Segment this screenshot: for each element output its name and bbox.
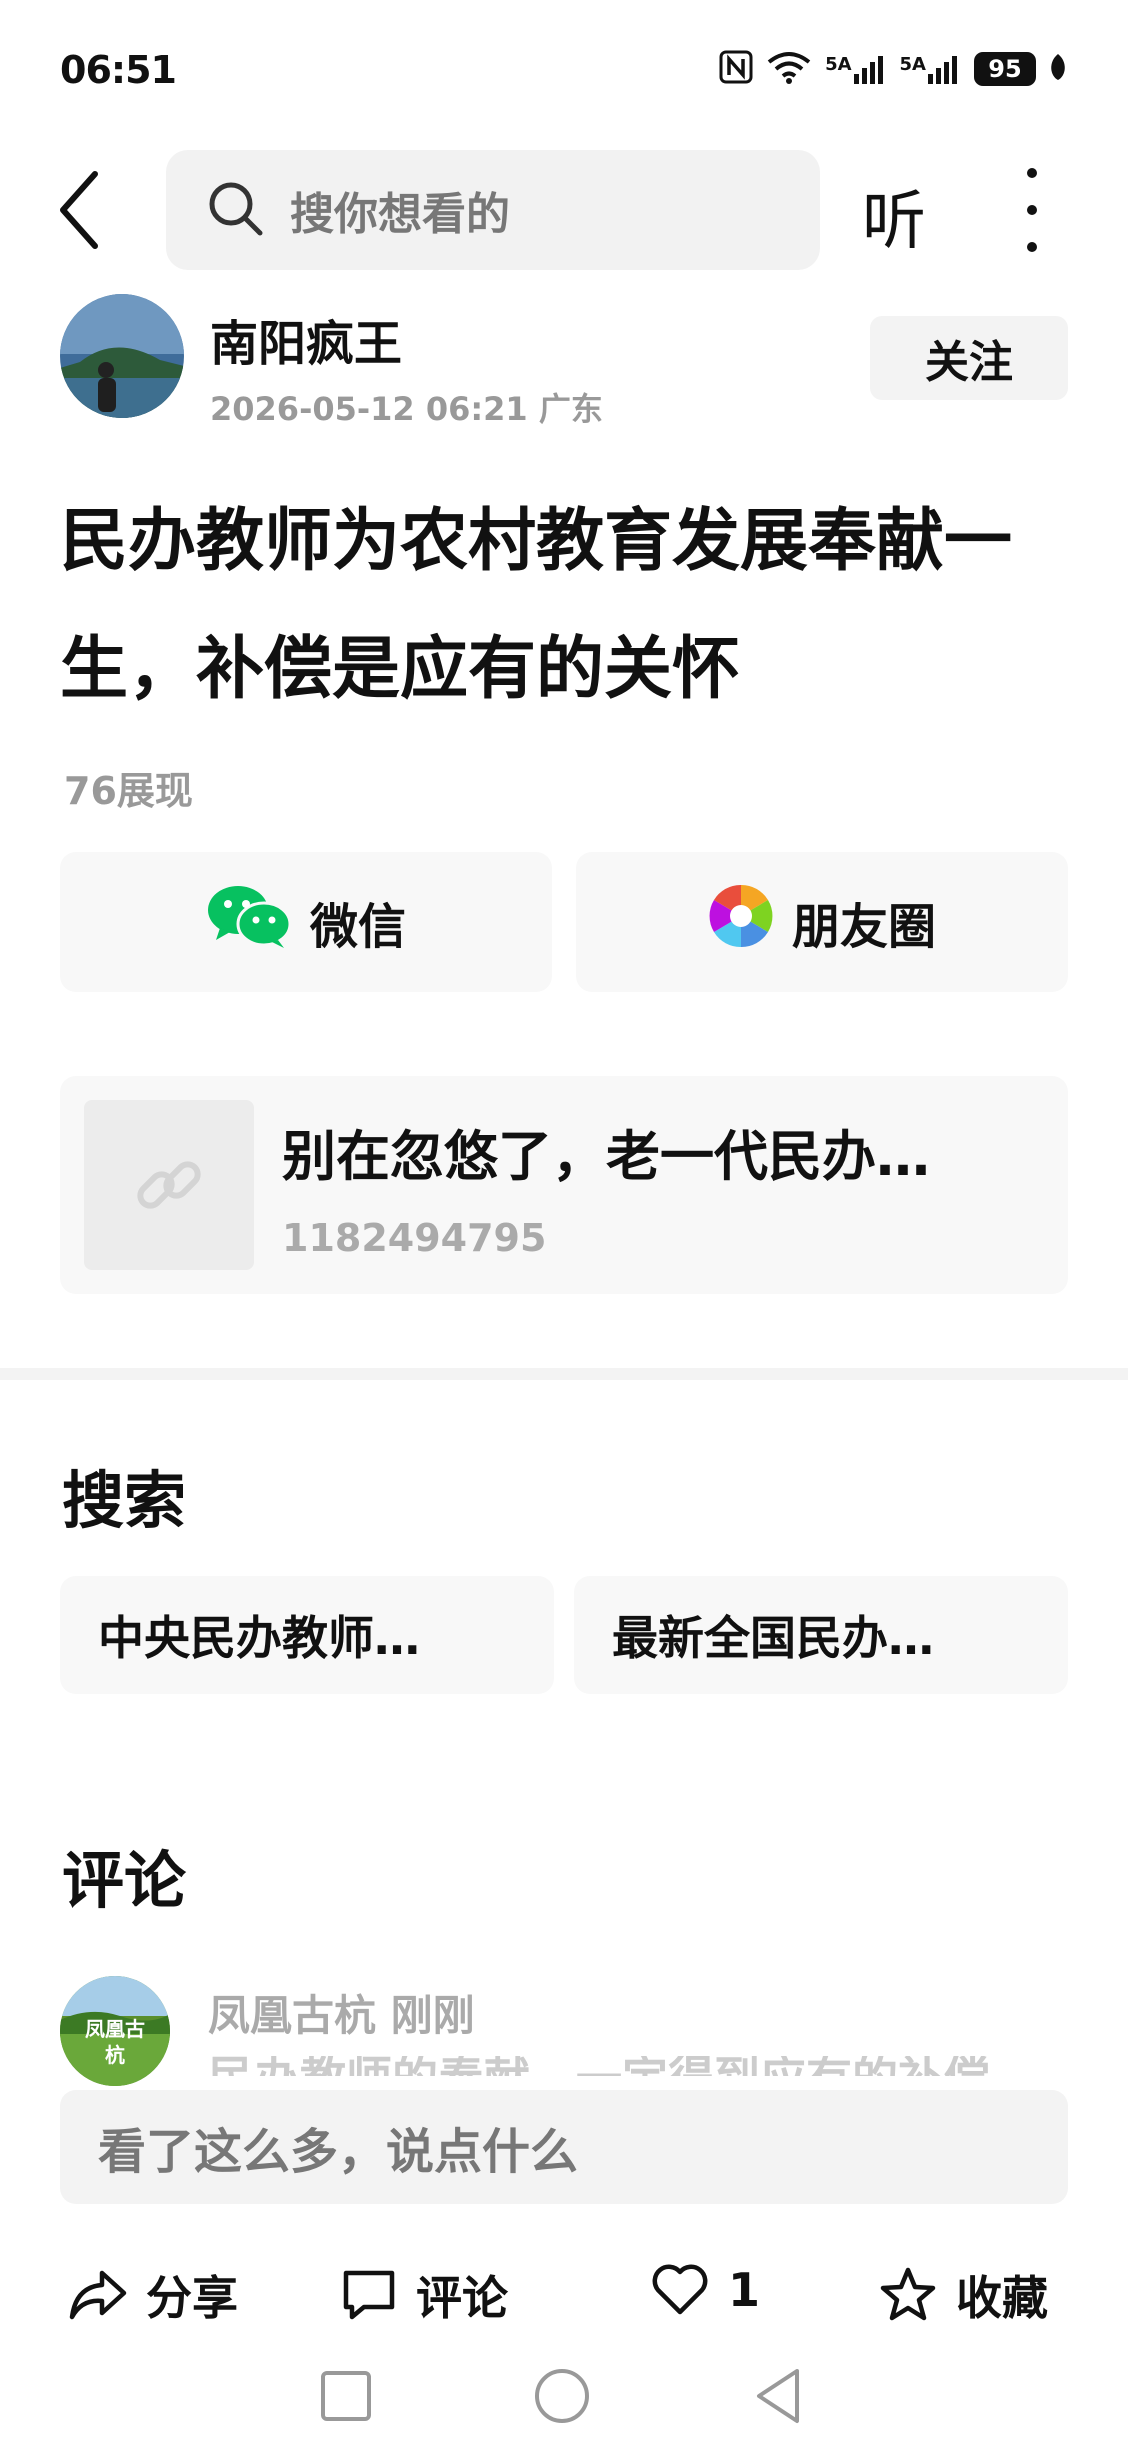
comment-icon (343, 2270, 395, 2320)
link-title: 别在忽悠了，老一代民办… (282, 1125, 930, 1188)
search-suggestion[interactable]: 最新全国民办… (574, 1576, 1068, 1694)
linked-article-card[interactable]: 别在忽悠了，老一代民办… 1182494795 (60, 1076, 1068, 1294)
follow-button[interactable]: 关注 (870, 316, 1068, 400)
leaf-icon (1048, 52, 1068, 86)
share-wechat-button[interactable]: 微信 (60, 852, 552, 992)
triangle-back-icon (757, 2369, 799, 2423)
share-label: 分享 (146, 2271, 238, 2325)
circle-icon (535, 2369, 589, 2423)
status-time: 06:51 (60, 48, 177, 92)
commenter-avatar[interactable]: 凤凰古杭 (60, 1976, 170, 2086)
search-placeholder: 搜你想看的 (290, 189, 510, 240)
back-button[interactable] (44, 160, 114, 260)
share-wechat-label: 微信 (309, 899, 406, 955)
share-button[interactable]: 分享 (68, 2262, 238, 2328)
author-avatar[interactable] (60, 294, 184, 418)
status-icons: 5A 5A 95 (719, 50, 1068, 88)
link-thumbnail (84, 1100, 254, 1270)
search-section-title: 搜索 (62, 1464, 187, 1537)
share-icon (69, 2270, 127, 2320)
search-suggestion[interactable]: 中央民办教师… (60, 1576, 554, 1694)
chevron-left-icon (60, 171, 98, 249)
share-moments-label: 朋友圈 (791, 899, 936, 955)
commenter-avatar-text: 凤凰古杭 (85, 2017, 145, 2067)
article-title: 民办教师为农村教育发展奉献一生，补偿是应有的关怀 (60, 502, 1013, 709)
home-button[interactable] (532, 2366, 592, 2426)
comment-text-clip: 民办教师的奉献，一定得到应有的补偿 (208, 2056, 1068, 2076)
favorite-button[interactable]: 收藏 (878, 2262, 1048, 2328)
comment-input[interactable]: 看了这么多，说点什么 (60, 2090, 1068, 2204)
section-divider (0, 1368, 1128, 1380)
like-button[interactable]: 1 (650, 2262, 760, 2318)
view-count: 76展现 (64, 769, 193, 813)
link-subtitle: 1182494795 (282, 1216, 547, 1260)
square-icon (321, 2371, 371, 2421)
more-options-icon[interactable] (1012, 168, 1052, 252)
signal-icon-1: 5A (825, 54, 887, 84)
search-icon (206, 179, 264, 241)
comment-author-time: 凤凰古杭 刚刚 (208, 1991, 475, 2040)
favorite-label: 收藏 (956, 2271, 1048, 2325)
wechat-icon (206, 882, 292, 962)
share-moments-button[interactable]: 朋友圈 (576, 852, 1068, 992)
comments-section-title: 评论 (62, 1844, 187, 1917)
network-label-1: 5A (825, 54, 852, 75)
recent-apps-button[interactable] (316, 2366, 376, 2426)
comment-button[interactable]: 评论 (340, 2262, 508, 2328)
search-input[interactable]: 搜你想看的 (166, 150, 820, 270)
system-back-button[interactable] (748, 2366, 808, 2426)
heart-icon (652, 2264, 708, 2315)
author-name[interactable]: 南阳疯王 (210, 304, 402, 374)
post-meta: 2026-05-12 06:21 广东 (210, 390, 603, 428)
listen-button[interactable]: 听 (862, 170, 926, 262)
moments-icon (708, 883, 774, 961)
network-label-2: 5A (899, 54, 926, 75)
comment-label: 评论 (416, 2271, 508, 2325)
battery-indicator: 95 (974, 52, 1036, 86)
signal-icon-2: 5A (900, 54, 962, 84)
wifi-icon (765, 50, 813, 88)
like-count: 1 (728, 2263, 761, 2317)
star-icon (880, 2267, 936, 2321)
comment-text: 民办教师的奉献，一定得到应有的补偿 (208, 2056, 1068, 2076)
link-icon (137, 1161, 201, 1209)
nfc-icon (719, 50, 753, 88)
